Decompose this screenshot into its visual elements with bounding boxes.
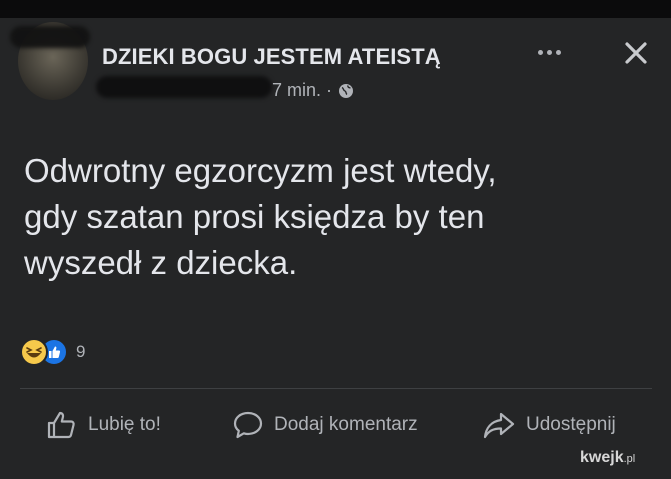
- actions-divider: [20, 388, 652, 389]
- share-arrow-icon: [483, 412, 515, 439]
- avatar-redaction: [10, 26, 90, 48]
- post-text: Odwrotny egzorcyzm jest wtedy, gdy szata…: [24, 152, 497, 281]
- author-name-redacted: [96, 76, 272, 98]
- like-button-label: Lubię to!: [88, 414, 161, 435]
- share-button-label: Udostępnij: [526, 414, 616, 435]
- post-timestamp[interactable]: 7 min. ·: [272, 80, 332, 101]
- comment-bubble-icon: [233, 411, 263, 439]
- more-options-icon[interactable]: [538, 50, 561, 55]
- reaction-count: 9: [76, 342, 86, 361]
- globe-icon: [339, 83, 354, 98]
- watermark-tld: .pl: [623, 453, 636, 465]
- window-top-strip: [0, 0, 671, 18]
- share-button[interactable]: Udostępnij: [482, 410, 616, 440]
- comment-button[interactable]: Dodaj komentarz: [232, 410, 418, 440]
- comment-button-label: Dodaj komentarz: [274, 414, 418, 435]
- watermark-logo: kwejk.pl: [580, 449, 635, 467]
- close-icon[interactable]: [621, 38, 651, 68]
- watermark-brand: kwejk: [580, 449, 624, 466]
- post-actions-bar: Lubię to! Dodaj komentarz Udostępnij: [0, 400, 671, 460]
- reactions-summary[interactable]: 9: [20, 338, 85, 366]
- thumbs-up-icon: [47, 411, 75, 439]
- post-meta: 7 min. ·: [272, 80, 354, 101]
- like-button[interactable]: Lubię to!: [46, 410, 161, 440]
- group-name-link[interactable]: DZIEKI BOGU JESTEM ATEISTĄ: [102, 44, 441, 70]
- haha-icon: [20, 338, 48, 366]
